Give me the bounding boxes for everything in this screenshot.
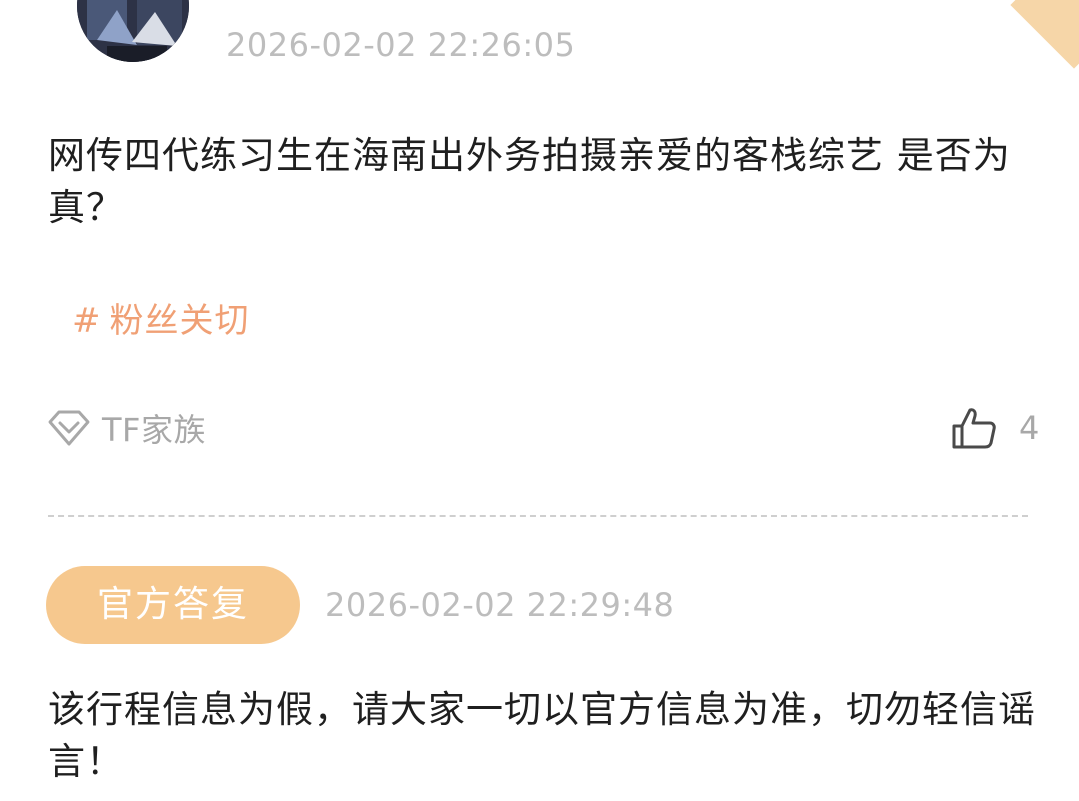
avatar[interactable] — [77, 0, 189, 62]
reply-text: 该行程信息为假，请大家一切以官方信息为准，切勿轻信谣言！ — [48, 688, 1036, 783]
dashed-divider — [48, 515, 1028, 517]
thumbs-up-icon — [951, 406, 997, 450]
topic-hash-symbol: # — [72, 301, 102, 341]
group-name: TF家族 — [102, 411, 206, 449]
corner-decoration — [1010, 0, 1079, 69]
question-text: 网传四代练习生在海南出外务拍摄亲爱的客栈综艺 是否为真？ — [48, 134, 1011, 229]
diamond-icon — [46, 408, 102, 448]
like-button[interactable]: 4 — [951, 405, 1039, 451]
topic-label: 粉丝关切 — [109, 301, 250, 341]
like-count: 4 — [1019, 409, 1040, 447]
reply-timestamp: 2026-02-02 22:29:48 — [325, 586, 675, 624]
post-timestamp: 2026-02-02 22:26:05 — [226, 26, 576, 64]
group-link[interactable]: TF家族 — [46, 405, 206, 451]
topic-tag[interactable]: # 粉丝关切 — [72, 297, 250, 345]
official-reply-badge: 官方答复 — [46, 566, 300, 644]
